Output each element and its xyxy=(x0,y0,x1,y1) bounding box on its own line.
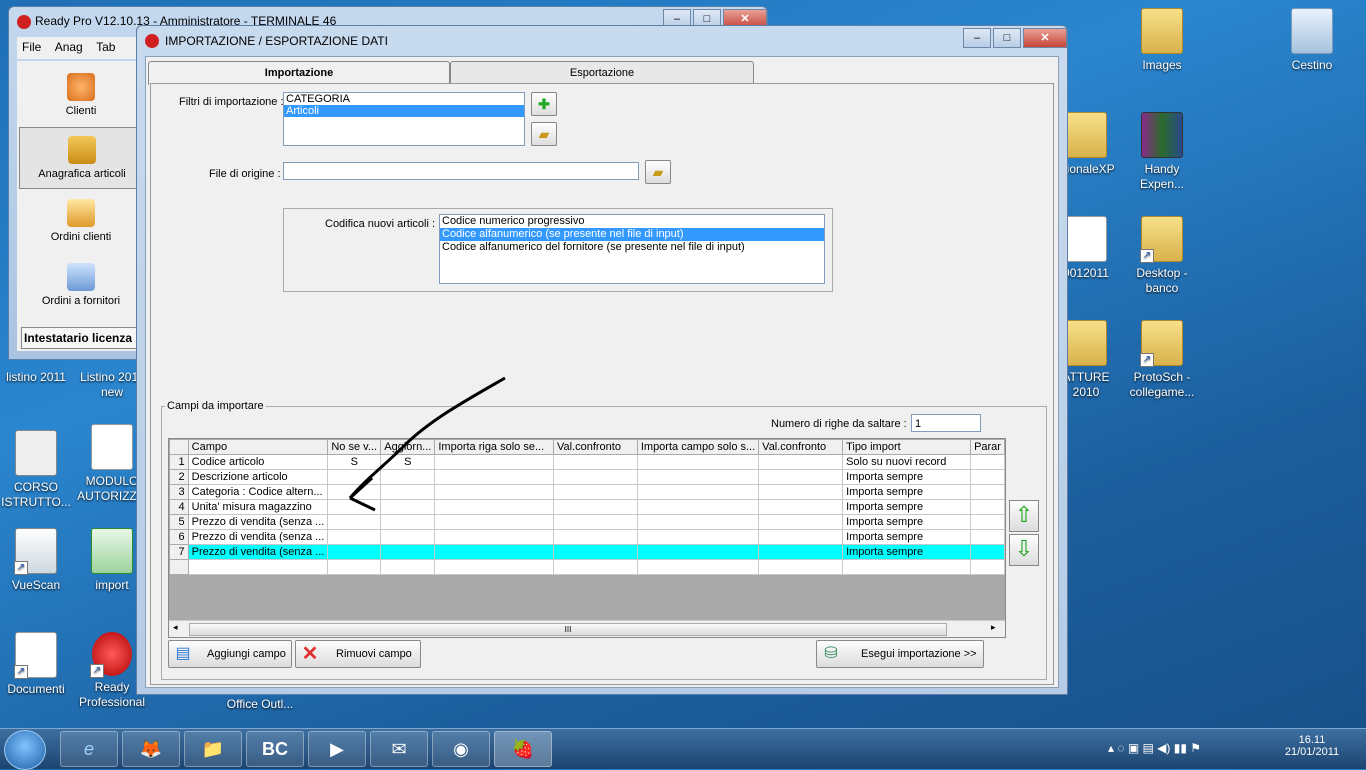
tray-icons[interactable]: ▴ ◌ ▣ ▤ ◀) ▮▮ ⚑ xyxy=(1108,741,1201,755)
clock-time: 16.11 xyxy=(1298,734,1326,746)
taskbar-readypro[interactable]: 🍓 xyxy=(494,731,552,767)
taskbar-chrome[interactable]: ◉ xyxy=(432,731,490,767)
taskbar-firefox[interactable]: 🦊 xyxy=(122,731,180,767)
taskbar: e 🦊 📁 BC ▶ ✉ ◉ 🍓 ▴ ◌ ▣ ▤ ◀) ▮▮ ⚑ 16.11 2… xyxy=(0,728,1366,770)
taskbar-outlook[interactable]: ✉ xyxy=(370,731,428,767)
taskbar-ie[interactable]: e xyxy=(60,731,118,767)
annotation-arrow xyxy=(348,376,506,512)
clock-date: 21/01/2011 xyxy=(1284,746,1340,758)
taskbar-explorer[interactable]: 📁 xyxy=(184,731,242,767)
clock[interactable]: 16.11 21/01/2011 xyxy=(1282,734,1342,758)
taskbar-bc[interactable]: BC xyxy=(246,731,304,767)
start-button[interactable] xyxy=(4,730,46,770)
taskbar-media[interactable]: ▶ xyxy=(308,731,366,767)
